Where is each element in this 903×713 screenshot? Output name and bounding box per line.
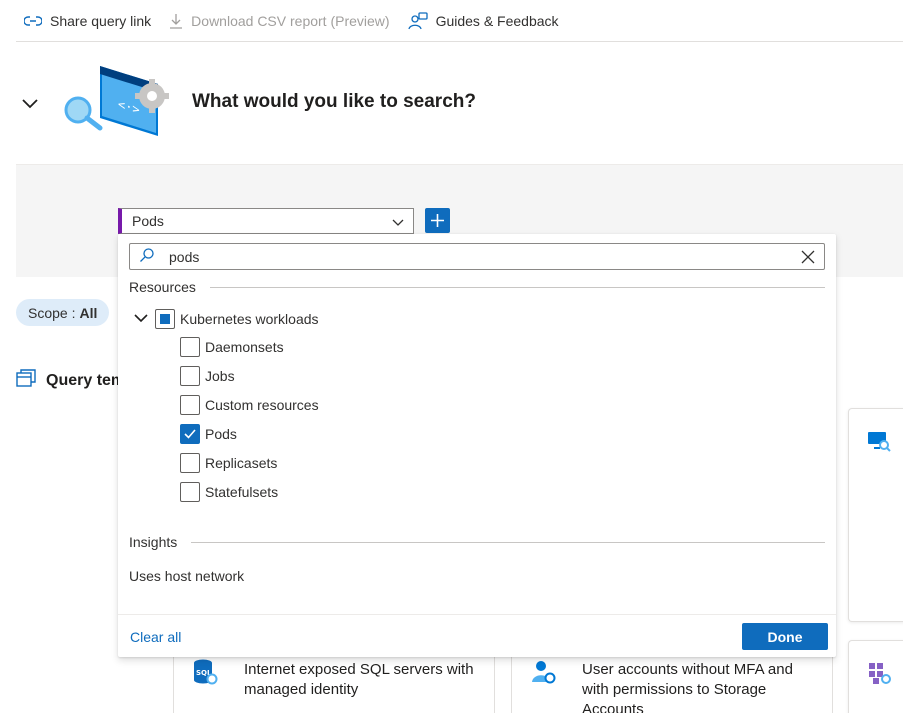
group-label: Kubernetes workloads: [180, 311, 319, 327]
scope-value: All: [79, 304, 98, 321]
resource-filter-dropdown: pods Resources Kubernetes workloads Daem…: [118, 234, 836, 657]
item-checkbox-checked[interactable]: [180, 424, 200, 444]
search-icon: [139, 247, 155, 266]
resources-header-label: Resources: [129, 279, 196, 295]
plus-icon: [431, 214, 444, 227]
download-csv-label: Download CSV report (Preview): [191, 12, 390, 29]
tree-item-label: Jobs: [205, 368, 235, 384]
resource-type-select[interactable]: Pods: [118, 208, 414, 234]
tree-item-jobs[interactable]: Jobs: [180, 366, 235, 386]
download-icon: [169, 13, 183, 29]
share-query-link-label: Share query link: [50, 12, 152, 29]
resources-section-header: Resources: [129, 279, 825, 295]
toolbar: Share query link Download CSV report (Pr…: [16, 0, 903, 42]
tree-group-kubernetes-workloads[interactable]: Kubernetes workloads: [133, 309, 319, 329]
link-icon: [24, 14, 42, 28]
feedback-icon: [407, 11, 428, 30]
scope-label: Scope :: [28, 304, 76, 321]
share-query-link-button[interactable]: Share query link: [24, 13, 151, 29]
guides-feedback-label: Guides & Feedback: [435, 12, 559, 29]
insight-item-host-network[interactable]: Uses host network: [129, 568, 244, 584]
page-title: What would you like to search?: [192, 91, 476, 112]
item-checkbox[interactable]: [180, 366, 200, 386]
tree-item-replicasets[interactable]: Replicasets: [180, 453, 277, 473]
collapse-chevron-icon[interactable]: [20, 94, 40, 114]
checkmark-icon: [184, 429, 196, 439]
clear-all-link[interactable]: Clear all: [130, 629, 181, 645]
clear-search-icon[interactable]: [801, 250, 815, 267]
template-card-partial[interactable]: [848, 408, 903, 622]
dropdown-search-input[interactable]: pods: [129, 243, 825, 270]
item-checkbox[interactable]: [180, 395, 200, 415]
tree-item-label: Pods: [205, 426, 237, 442]
tree-item-label: Statefulsets: [205, 484, 279, 500]
template-card-partial[interactable]: [848, 640, 903, 713]
guides-feedback-button[interactable]: Guides & Feedback: [407, 11, 559, 30]
group-checkbox[interactable]: [155, 309, 175, 329]
template-card-title: Internet exposed SQL servers with manage…: [244, 661, 474, 698]
search-illustration-icon: <·>: [60, 62, 175, 144]
cluster-icon: [867, 661, 891, 690]
scope-pill[interactable]: Scope : All: [16, 299, 110, 326]
dropdown-footer: Clear all Done: [118, 614, 836, 657]
tree-item-custom-resources[interactable]: Custom resources: [180, 395, 319, 415]
resource-type-value: Pods: [132, 213, 164, 229]
search-value: pods: [169, 248, 200, 265]
add-filter-button[interactable]: [425, 208, 450, 233]
download-csv-button[interactable]: Download CSV report (Preview): [169, 12, 390, 29]
section-divider: [191, 541, 825, 543]
monitor-search-icon: [867, 429, 891, 458]
chevron-down-icon[interactable]: [133, 310, 149, 329]
item-checkbox[interactable]: [180, 482, 200, 502]
sql-server-icon: SQL: [192, 658, 218, 691]
item-checkbox[interactable]: [180, 453, 200, 473]
section-divider: [209, 286, 825, 288]
user-accounts-icon: [530, 658, 556, 691]
tree-item-daemonsets[interactable]: Daemonsets: [180, 337, 284, 357]
insights-section-header: Insights: [129, 534, 825, 550]
insights-header-label: Insights: [129, 534, 178, 550]
template-card-title: User accounts without MFA and with permi…: [582, 661, 793, 713]
tree-item-statefulsets[interactable]: Statefulsets: [180, 482, 278, 502]
tree-item-label: Custom resources: [205, 397, 319, 413]
done-button[interactable]: Done: [742, 623, 828, 650]
item-checkbox[interactable]: [180, 337, 200, 357]
templates-icon: [16, 368, 36, 393]
tree-item-pods[interactable]: Pods: [180, 424, 237, 444]
tree-item-label: Daemonsets: [205, 339, 284, 355]
chevron-down-icon: [391, 215, 405, 232]
tree-item-label: Replicasets: [205, 455, 278, 471]
